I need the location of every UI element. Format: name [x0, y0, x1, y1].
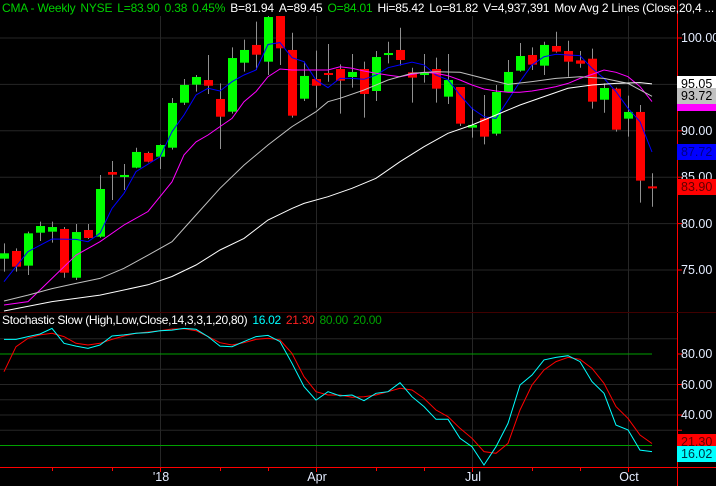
candle-body: [216, 98, 225, 117]
net-change: 0.38: [164, 1, 188, 15]
candle-body: [204, 80, 213, 86]
candle-body: [324, 72, 333, 75]
candle-body: [192, 76, 201, 85]
candle-body: [48, 227, 57, 232]
symbol-label: CMA - Weekly: [2, 1, 76, 15]
stoch-line-stoch_k: [4, 327, 653, 466]
study-label[interactable]: Mov Avg 2 Lines (Close,20,4 ...: [554, 1, 714, 15]
candle-body: [600, 88, 609, 100]
price-value-tag: 87.72: [677, 143, 716, 160]
stochastic-header: Stochastic Slow (High,Low,Close,14,3,3,1…: [2, 313, 387, 327]
ask-price: A=89.45: [278, 1, 323, 15]
last-price: L=83.90: [117, 1, 160, 15]
price-axis-label: 90.00: [681, 123, 713, 138]
candle-body: [84, 230, 93, 238]
candle-body: [0, 253, 9, 259]
candle-body: [108, 172, 117, 175]
candle-body: [96, 188, 105, 237]
stoch-axis-label: 40.00: [681, 408, 713, 422]
stoch-value-tag: 16.02: [677, 445, 716, 462]
candle-body: [552, 45, 561, 52]
low-price: Lo=81.82: [429, 1, 479, 15]
stoch-axis-label: 60.00: [681, 377, 713, 392]
candle-body: [252, 44, 261, 55]
candle-body: [612, 88, 621, 130]
candle-body: [456, 86, 465, 124]
bid-price: B=81.94: [230, 1, 274, 15]
candle-body: [528, 54, 537, 65]
stoch-lower-level: 20.00: [352, 313, 382, 327]
price-value-tag: 83.90: [677, 179, 716, 196]
candle-body: [120, 174, 129, 178]
moving-average-line-ma_mid: [3, 66, 653, 306]
candle-body: [444, 80, 453, 97]
candle-body: [576, 60, 585, 64]
candle-body: [240, 49, 249, 63]
candle-body: [564, 50, 573, 62]
candle-body: [180, 84, 189, 103]
candle-body: [384, 53, 393, 56]
candle-body: [336, 68, 345, 81]
price-value-tag: 93.72: [677, 88, 716, 105]
stoch-axis-label: 80.00: [681, 347, 713, 361]
candle-body: [132, 151, 141, 168]
quote-header: CMA - Weekly NYSE L=83.90 0.38 0.45% B=81.94 A…: [2, 1, 716, 15]
stoch-k-value: 16.02: [252, 313, 281, 327]
price-panel: [0, 16, 657, 312]
candle-body: [228, 58, 237, 112]
price-axis-label: 75.00: [681, 263, 713, 277]
price-axis-label: 100.00: [681, 31, 716, 45]
percent-change: 0.45%: [192, 1, 226, 15]
stoch-upper-level: 80.00: [319, 313, 348, 327]
candle-body: [300, 75, 309, 99]
stoch-line-stoch_d: [3, 328, 653, 454]
time-axis-label: Oct: [619, 470, 639, 484]
candle-body: [168, 102, 177, 148]
time-axis-label: Jul: [465, 470, 481, 484]
time-axis-label: Apr: [307, 470, 327, 484]
volume: V=4,937,391: [483, 1, 550, 15]
candle-body: [516, 56, 525, 71]
candle-body: [264, 17, 273, 62]
exchange-label: NYSE: [80, 1, 113, 15]
candle-body: [288, 49, 297, 116]
candle-body: [396, 49, 405, 60]
open-price: O=84.01: [327, 1, 373, 15]
candle-body: [540, 44, 549, 66]
candle-body: [144, 152, 153, 162]
time-axis-label: '18: [152, 470, 170, 484]
candle-body: [348, 71, 357, 77]
candle-body: [12, 250, 21, 267]
stochastic-label[interactable]: Stochastic Slow (High,Low,Close,14,3,3,1…: [2, 313, 248, 327]
candle-body: [36, 226, 45, 233]
candle-body: [648, 186, 657, 189]
price-axis-label: 80.00: [681, 216, 713, 231]
high-price: Hi=85.42: [377, 1, 425, 15]
moving-average-line-ma_slow: [3, 71, 653, 302]
chart-canvas[interactable]: [0, 0, 716, 486]
candle-body: [504, 71, 513, 93]
stoch-d-value: 21.30: [285, 313, 315, 327]
